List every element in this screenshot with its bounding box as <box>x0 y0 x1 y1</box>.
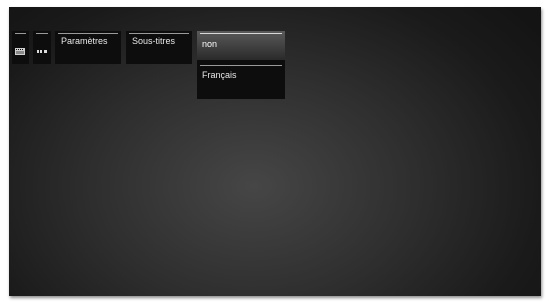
tile-divider <box>58 33 118 34</box>
tile-divider <box>36 33 48 34</box>
film-strip-icon <box>15 48 25 55</box>
menu-tile-more[interactable] <box>33 31 51 64</box>
menu-tile-settings[interactable]: Paramètres <box>55 31 121 64</box>
subtitle-options-list: non Français <box>197 31 285 99</box>
subtitle-option-off[interactable]: non <box>197 31 285 60</box>
menu-tile-subtitles[interactable]: Sous-titres <box>126 31 192 64</box>
option-divider <box>200 65 282 66</box>
tv-screen: Paramètres Sous-titres non Français <box>9 7 541 296</box>
tile-divider <box>15 33 26 34</box>
subtitle-option-french[interactable]: Français <box>197 63 285 99</box>
option-divider <box>200 33 282 34</box>
tile-divider <box>129 33 189 34</box>
option-label: Français <box>202 70 237 80</box>
menu-tile-media[interactable] <box>12 31 29 64</box>
option-label: non <box>202 39 218 49</box>
settings-label: Paramètres <box>61 36 108 46</box>
dots-icon <box>37 50 47 53</box>
subtitles-label: Sous-titres <box>132 36 176 46</box>
